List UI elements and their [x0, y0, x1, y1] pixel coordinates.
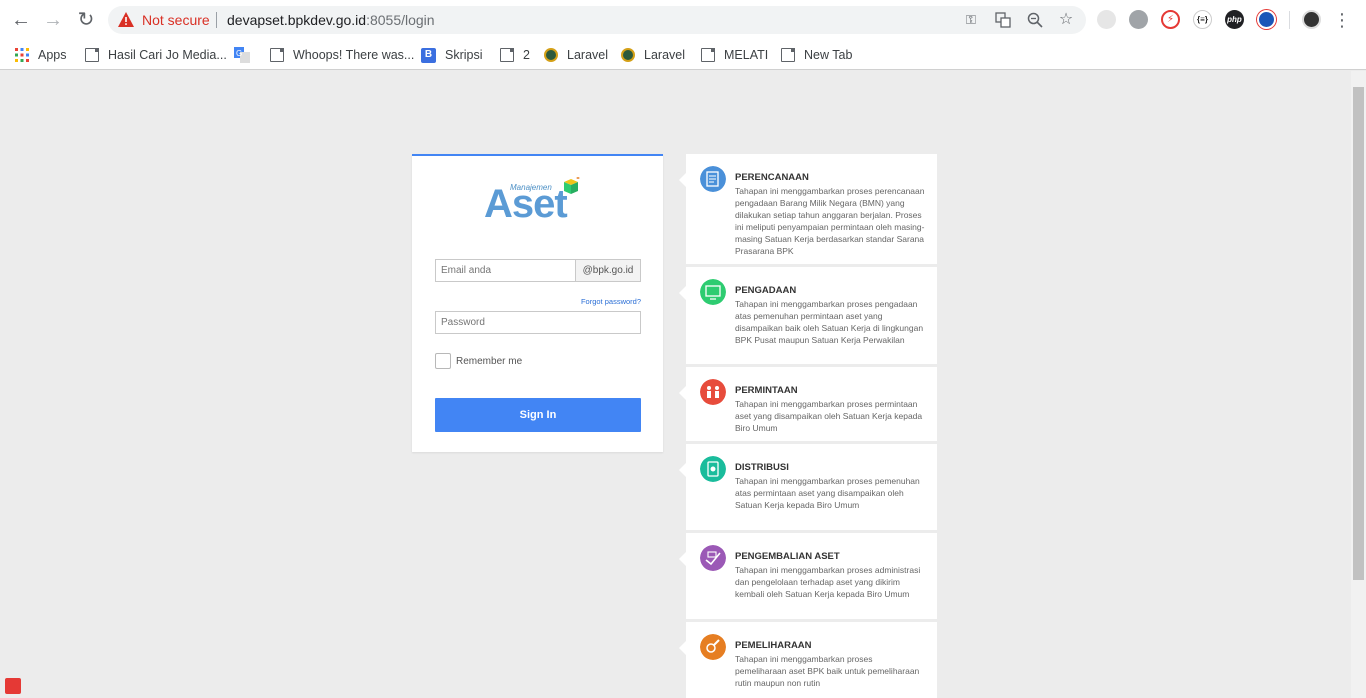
globe-blue-icon[interactable]: [1257, 10, 1276, 29]
json-viewer-icon[interactable]: {≡}: [1193, 10, 1212, 29]
step-perencanaan: PERENCANAAN Tahapan ini menggambarkan pr…: [679, 154, 937, 264]
bookmark-label: Skripsi: [445, 48, 483, 62]
bookmark-label: Apps: [38, 48, 67, 62]
cube-logo-icon: [564, 177, 580, 194]
page-icon: [500, 48, 514, 62]
step-description: Tahapan ini menggambarkan proses pengada…: [735, 299, 924, 345]
step-description: Tahapan ini menggambarkan proses pemelih…: [735, 654, 920, 688]
process-steps-panel: PERENCANAAN Tahapan ini menggambarkan pr…: [679, 154, 937, 698]
forgot-password-link[interactable]: Forgot password?: [581, 297, 641, 306]
page-icon: [781, 48, 795, 62]
page-scrollbar[interactable]: [1351, 71, 1366, 698]
extension-puzzle-icon[interactable]: [1097, 10, 1116, 29]
bookmarks-bar: Apps Hasil Cari Jo Media... G Whoops! Th…: [0, 40, 1366, 70]
step-description: Tahapan ini menggambarkan proses adminis…: [735, 565, 921, 599]
scrollbar-thumb[interactable]: [1353, 87, 1364, 580]
step-pemeliharaan: PEMELIHARAAN Tahapan ini menggambarkan p…: [679, 622, 937, 698]
url-host: devapset.bpkdev.go.id: [227, 12, 367, 28]
procurement-icon: [700, 279, 726, 305]
app-logo: Manajemen Aset: [484, 176, 590, 224]
forward-arrow-icon[interactable]: →: [41, 8, 65, 32]
zoom-icon[interactable]: [1027, 12, 1043, 28]
bookmark-laravel-2[interactable]: Laravel: [621, 45, 685, 65]
bookmark-skripsi[interactable]: B Skripsi: [421, 45, 483, 65]
avatar[interactable]: [1302, 10, 1321, 29]
step-title: DISTRIBUSI: [735, 462, 789, 473]
site-globe-icon: [621, 48, 635, 62]
php-label: php: [1227, 15, 1242, 24]
bookmark-hasil-cari[interactable]: Hasil Cari Jo Media...: [85, 45, 227, 65]
step-title: PENGADAAN: [735, 285, 797, 296]
key-icon[interactable]: ⚿: [963, 12, 979, 28]
page-icon: [270, 48, 284, 62]
remember-me-label[interactable]: Remember me: [456, 356, 522, 367]
reload-icon[interactable]: ↻: [74, 8, 98, 32]
toolbar-divider: [1289, 11, 1290, 29]
warning-icon: [118, 12, 134, 27]
request-icon: [700, 379, 726, 405]
bookmark-translate[interactable]: G: [234, 45, 259, 65]
password-field[interactable]: [435, 311, 641, 334]
login-card: Manajemen Aset @bpk.go.id Forgot passwor…: [412, 154, 663, 452]
step-permintaan: PERMINTAAN Tahapan ini menggambarkan pro…: [679, 367, 937, 441]
address-bar[interactable]: Not secure devapset.bpkdev.go.id:8055/lo…: [108, 6, 1086, 34]
return-asset-icon: [700, 545, 726, 571]
step-title: PERMINTAAN: [735, 385, 798, 396]
page-icon: [701, 48, 715, 62]
step-description: Tahapan ini menggambarkan proses permint…: [735, 399, 923, 433]
bookmark-label: 2: [523, 48, 530, 62]
bookmark-label: Laravel: [644, 48, 685, 62]
bookmark-2[interactable]: 2: [500, 45, 530, 65]
globe-icon[interactable]: [1129, 10, 1148, 29]
translate-page-icon[interactable]: [995, 12, 1011, 28]
step-description: Tahapan ini menggambarkan proses perenca…: [735, 186, 925, 256]
menu-kebab-icon[interactable]: ⋮: [1330, 8, 1354, 32]
step-pengadaan: PENGADAAN Tahapan ini menggambarkan pros…: [679, 267, 937, 364]
security-status[interactable]: Not secure: [142, 12, 210, 28]
blogger-icon: B: [421, 47, 436, 63]
url-text[interactable]: devapset.bpkdev.go.id:8055/login: [227, 12, 435, 28]
taskbar-app-icon[interactable]: [5, 678, 21, 694]
bookmark-laravel-1[interactable]: Laravel: [544, 45, 608, 65]
step-title: PERENCANAAN: [735, 172, 809, 183]
url-path: :8055/login: [366, 12, 435, 28]
step-distribusi: DISTRIBUSI Tahapan ini menggambarkan pro…: [679, 444, 937, 530]
bookmark-apps[interactable]: Apps: [15, 45, 67, 65]
page-icon: [85, 48, 99, 62]
step-title: PENGEMBALIAN ASET: [735, 551, 840, 562]
step-title: PEMELIHARAAN: [735, 640, 812, 651]
json-viewer-label: {≡}: [1197, 15, 1208, 24]
site-globe-icon: [544, 48, 558, 62]
distribution-icon: [700, 456, 726, 482]
bookmark-label: Hasil Cari Jo Media...: [108, 48, 227, 62]
step-pengembalian-aset: PENGEMBALIAN ASET Tahapan ini menggambar…: [679, 533, 937, 619]
bookmark-star-icon[interactable]: ☆: [1058, 12, 1074, 28]
email-field[interactable]: [435, 259, 576, 282]
php-icon[interactable]: php: [1225, 10, 1244, 29]
bookmark-label: New Tab: [804, 48, 853, 62]
sign-in-button[interactable]: Sign In: [435, 398, 641, 432]
omnibox-divider: [216, 12, 217, 28]
bookmark-label: Whoops! There was...: [293, 48, 415, 62]
maintenance-icon: [700, 634, 726, 660]
lightning-icon[interactable]: ⚡: [1161, 10, 1180, 29]
back-arrow-icon[interactable]: ←: [9, 8, 33, 32]
planning-icon: [700, 166, 726, 192]
browser-toolbar: ← → ↻ Not secure devapset.bpkdev.go.id:8…: [0, 0, 1366, 40]
remember-me-checkbox[interactable]: [435, 353, 451, 369]
bookmark-melati[interactable]: MELATI: [701, 45, 768, 65]
bookmark-label: MELATI: [724, 48, 769, 62]
svg-text:G: G: [236, 49, 242, 58]
bookmark-new-tab[interactable]: New Tab: [781, 45, 852, 65]
step-description: Tahapan ini menggambarkan proses pemenuh…: [735, 476, 920, 510]
translate-icon: G: [234, 47, 250, 63]
bookmark-label: Laravel: [567, 48, 608, 62]
apps-grid-icon: [15, 48, 29, 62]
bookmark-whoops[interactable]: Whoops! There was...: [270, 45, 414, 65]
logo-title: Aset: [484, 182, 568, 226]
email-domain-addon: @bpk.go.id: [575, 259, 641, 282]
